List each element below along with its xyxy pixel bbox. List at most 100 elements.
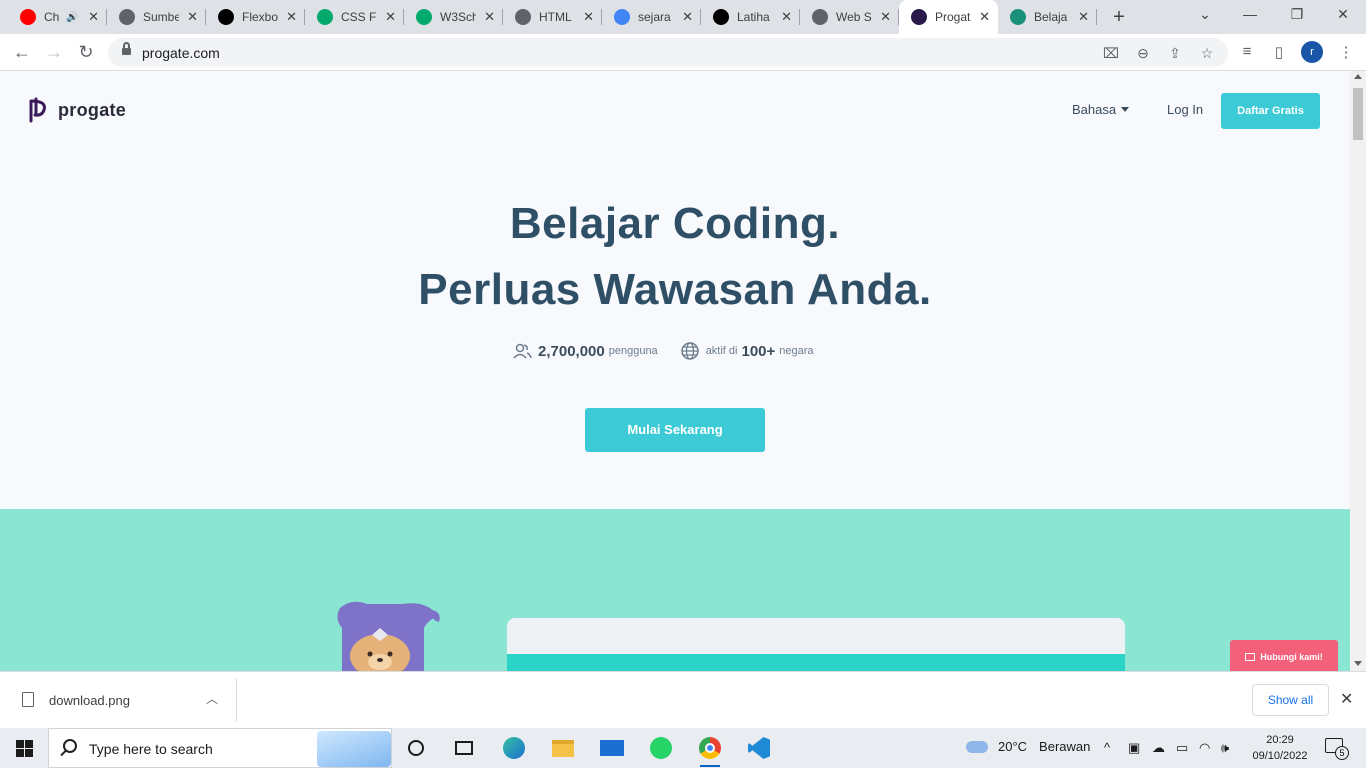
taskbar-search-box[interactable]: Type here to search [48,728,392,768]
tab-title: Progat [935,10,971,24]
tray-chevron-up-icon[interactable]: ^ [1104,740,1110,755]
close-tab-icon[interactable]: ✕ [88,10,99,24]
forward-button[interactable]: → [42,41,66,65]
share-icon[interactable]: ⇪ [1166,45,1184,62]
close-tab-icon[interactable]: ✕ [781,10,792,24]
browser-tab[interactable]: CSS Fl ✕ [305,0,404,34]
page-scrollbar[interactable] [1350,71,1366,671]
browser-tab[interactable]: HTML ✕ [503,0,602,34]
download-shelf: download.png ︿ Show all ✕ [0,671,1366,728]
progate-logo[interactable]: progate [28,97,126,123]
weather-widget[interactable]: 20°C Berawan [966,739,1090,754]
close-tab-icon[interactable]: ✕ [385,10,396,24]
site-icon [1010,9,1026,25]
browser-tab-strip: Ch 🔊 ✕ Sumbe ✕ Flexbo ✕ CSS Fl ✕ W3Sch ✕ HTML ✕ sejar… [0,0,1366,34]
browser-tab[interactable]: W3Sch ✕ [404,0,503,34]
ninja-mascot-image [337,601,440,671]
search-highlight-image [317,731,391,767]
battery-icon[interactable]: ▭ [1176,740,1188,756]
mail-app-icon[interactable] [598,734,626,762]
tab-title: Web S [836,10,872,24]
task-view-icon[interactable] [450,734,478,762]
tab-search-icon[interactable]: ⌄ [1195,6,1215,23]
tab-title: W3Sch [440,10,476,24]
bookmark-star-icon[interactable]: ☆ [1198,45,1216,62]
file-explorer-icon[interactable] [549,734,577,762]
tab-separator [1096,9,1097,25]
url-text[interactable]: progate.com [142,45,220,61]
tab-audio-icon[interactable]: 🔊 [66,12,78,23]
wifi-icon[interactable]: ◠ [1199,740,1210,756]
chrome-icon[interactable] [696,734,724,767]
minimize-button[interactable]: — [1240,6,1260,22]
browser-tab[interactable]: Ch 🔊 ✕ [8,0,107,34]
notion-icon [218,9,234,25]
shelf-divider [236,678,237,722]
vscode-icon[interactable] [745,734,773,762]
users-count: 2,700,000 [538,342,605,360]
menu-kebab-icon[interactable]: ⋮ [1336,43,1356,61]
scrollbar-thumb[interactable] [1353,88,1363,140]
lock-icon[interactable] [122,42,131,56]
browser-tab[interactable]: sejara ✕ [602,0,701,34]
browser-tab[interactable]: Sumbe ✕ [107,0,206,34]
address-bar[interactable]: progate.com ⌧ ⊖ ⇪ ☆ [108,38,1228,67]
close-tab-icon[interactable]: ✕ [880,10,891,24]
back-button[interactable]: ← [10,41,34,65]
code-preview-card [507,618,1125,671]
browser-tab[interactable]: Belaja ✕ [998,0,1097,34]
reload-button[interactable]: ↻ [74,41,98,65]
zoom-icon[interactable]: ⊖ [1134,45,1152,62]
globe-icon [119,9,135,25]
contact-us-button[interactable]: Hubungi kami! [1230,640,1338,671]
signup-button[interactable]: Daftar Gratis [1221,93,1320,129]
countries-count: 100+ [741,342,776,360]
notification-center-icon[interactable]: 5 [1325,738,1349,760]
browser-tab[interactable]: Web S ✕ [800,0,899,34]
new-tab-button[interactable]: + [1108,6,1130,29]
close-shelf-icon[interactable]: ✕ [1340,689,1353,709]
edge-icon[interactable] [500,734,528,762]
close-tab-icon[interactable]: ✕ [1078,10,1089,24]
start-now-button[interactable]: Mulai Sekarang [585,408,765,452]
tab-title: CSS Fl [341,10,377,24]
meet-now-icon[interactable]: ▣ [1128,740,1140,756]
tab-title: Latiha [737,10,770,24]
close-tab-icon[interactable]: ✕ [979,10,990,24]
active-prefix: aktif di [705,345,738,357]
reading-list-icon[interactable]: ≡ [1237,43,1257,60]
side-panel-icon[interactable]: ▯ [1269,43,1289,61]
onedrive-icon[interactable]: ☁ [1152,740,1165,756]
countries-label: negara [779,345,814,357]
system-clock[interactable]: 20:29 09/10/2022 [1246,732,1314,764]
close-tab-icon[interactable]: ✕ [187,10,198,24]
volume-icon[interactable]: 🕪 [1221,740,1229,756]
windows-start-icon[interactable] [16,740,33,757]
cortana-icon[interactable] [402,734,430,762]
language-dropdown[interactable]: Bahasa [1072,102,1130,117]
browser-tab[interactable]: Flexbo ✕ [206,0,305,34]
restore-button[interactable]: ❐ [1287,6,1307,23]
notification-count: 5 [1335,746,1349,760]
tab-title: HTML [539,10,572,24]
whatsapp-icon[interactable] [647,734,675,762]
google-icon [614,9,630,25]
browser-tab[interactable]: Progat ✕ [899,0,998,34]
chevron-up-icon[interactable]: ︿ [206,690,218,707]
close-tab-icon[interactable]: ✕ [682,10,693,24]
scroll-down-arrow-icon[interactable] [1354,661,1362,666]
download-file-name[interactable]: download.png [49,693,130,708]
browser-tab[interactable]: Latiha ✕ [701,0,800,34]
users-label: pengguna [608,345,658,357]
close-window-button[interactable]: ✕ [1333,6,1353,23]
hero-heading-line1: Belajar Coding. [509,199,841,248]
show-all-button[interactable]: Show all [1252,684,1329,716]
login-link[interactable]: Log In [1167,102,1203,117]
close-tab-icon[interactable]: ✕ [583,10,594,24]
close-tab-icon[interactable]: ✕ [484,10,495,24]
translate-icon[interactable]: ⌧ [1102,45,1120,62]
close-tab-icon[interactable]: ✕ [286,10,297,24]
scroll-up-arrow-icon[interactable] [1354,74,1362,79]
progate-logo-icon [29,97,46,123]
profile-avatar[interactable]: r [1301,41,1323,63]
